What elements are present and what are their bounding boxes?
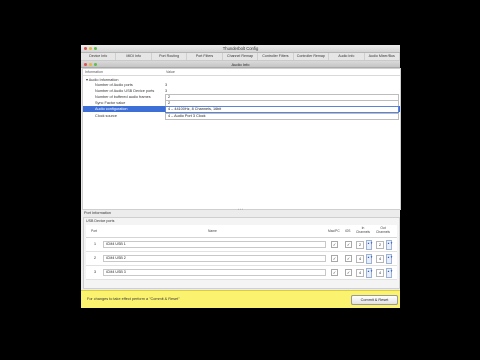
panel-title: Audio Info: [231, 62, 250, 67]
port-name: iCM4 USB 3: [106, 270, 126, 274]
out-channels-stepper[interactable]: 4: [376, 269, 384, 277]
mac-pc-checkbox[interactable]: ✓: [331, 241, 338, 248]
in-channels-arrows[interactable]: ▲▼: [366, 268, 373, 278]
port-name: iCM4 USB 1: [106, 242, 126, 246]
ios-checkbox[interactable]: ✓: [345, 269, 352, 276]
row-label: Clock source: [95, 114, 117, 118]
commit-notice-bar: For changes to take effect perform a "Co…: [81, 290, 400, 308]
out-channels-stepper[interactable]: 4: [376, 255, 384, 263]
in-channels-arrows[interactable]: ▲▼: [366, 254, 373, 264]
mac-pc-checkbox[interactable]: ✓: [331, 255, 338, 262]
row-label: Sync Factor value: [95, 101, 126, 105]
column-header-out-channels: Out Channels: [376, 226, 390, 234]
clock-source-select[interactable]: 4 – Audio Port 3 Clock: [165, 113, 399, 120]
column-header-information[interactable]: Information: [85, 70, 103, 74]
commit-reset-button[interactable]: Commit & Reset: [351, 295, 398, 305]
in-channels-stepper[interactable]: 2: [356, 241, 364, 249]
app-window: Thunderbolt Config Device Info MIDI Info…: [81, 45, 401, 308]
in-channels-stepper[interactable]: 4: [356, 269, 364, 277]
tab-midi-info[interactable]: MIDI Info: [116, 53, 152, 60]
in-channels-arrows[interactable]: ▲▼: [366, 240, 373, 250]
column-header-ios: iOS: [345, 229, 351, 233]
out-channels-arrows[interactable]: ▲▼: [386, 268, 393, 278]
panel-title-bar: Audio Info: [81, 61, 400, 68]
out-channels-arrows[interactable]: ▲▼: [386, 254, 393, 264]
row-value: 3: [165, 89, 168, 93]
port-name-field[interactable]: iCM4 USB 1: [103, 241, 326, 248]
out-channels-stepper[interactable]: 2: [376, 241, 384, 249]
port-information-title: Port Information: [84, 211, 112, 215]
tab-audio-mixer-bus[interactable]: Audio Mixer/Bus: [365, 53, 400, 60]
port-row[interactable]: 3 iCM4 USB 3 ✓ ✓ 4 ▲▼ 4 ▲▼: [86, 266, 397, 280]
audio-configuration-select[interactable]: 4 – 44100Hz, 8 Channels, 16bit: [165, 106, 399, 113]
out-channels-arrows[interactable]: ▲▼: [386, 240, 393, 250]
splitter-handle[interactable]: • • •: [238, 207, 243, 211]
port-number: 3: [94, 270, 96, 274]
field-value: 2: [168, 101, 171, 105]
port-row[interactable]: 2 iCM4 USB 2 ✓ ✓ 4 ▲▼ 4 ▲▼: [86, 252, 397, 266]
ios-checkbox[interactable]: ✓: [345, 255, 352, 262]
ios-checkbox[interactable]: ✓: [345, 241, 352, 248]
tab-port-routing[interactable]: Port Routing: [152, 53, 188, 60]
tab-channel-remap[interactable]: Channel Remap: [223, 53, 259, 60]
audio-info-table: Information Value ▾ Audio Information Nu…: [82, 68, 401, 210]
port-table-header: Port Name Mac/PC iOS In Channels Out Cha…: [86, 225, 397, 238]
port-row[interactable]: 1 iCM4 USB 1 ✓ ✓ 2 ▲▼ 2 ▲▼: [86, 238, 397, 252]
field-value: 4 – Audio Port 3 Clock: [168, 114, 206, 118]
port-number: 2: [94, 256, 96, 260]
port-number: 1: [94, 242, 96, 246]
row-label: Number of buffered audio frames: [95, 95, 151, 99]
field-value: 2: [168, 95, 171, 99]
tab-port-filters[interactable]: Port Filters: [187, 53, 223, 60]
column-header-mac-pc: Mac/PC: [328, 229, 340, 233]
column-header-value[interactable]: Value: [166, 70, 175, 74]
column-header-name: Name: [208, 229, 217, 233]
row-label: Number of Audio USB Device ports: [95, 89, 155, 93]
field-value: 4 – 44100Hz, 8 Channels, 16bit: [168, 107, 222, 111]
commit-notice-text: For changes to take effect perform a "Co…: [87, 297, 180, 301]
usb-device-ports-title: USB Device ports: [86, 219, 115, 223]
title-bar: Thunderbolt Config: [81, 45, 400, 53]
row-label: Number of Audio ports: [95, 83, 133, 87]
tab-audio-info[interactable]: Audio Info: [329, 53, 365, 60]
tab-bar: Device Info MIDI Info Port Routing Port …: [81, 53, 400, 61]
tab-controller-remap[interactable]: Controller Remap: [294, 53, 330, 60]
column-header-port: Port: [91, 229, 98, 233]
window-title: Thunderbolt Config: [222, 46, 259, 51]
column-header-in-channels: In Channels: [356, 226, 370, 234]
row-value: 3: [165, 83, 168, 87]
mac-pc-checkbox[interactable]: ✓: [331, 269, 338, 276]
port-name: iCM4 USB 2: [106, 256, 126, 260]
row-label: Audio configuration: [95, 107, 128, 111]
port-name-field[interactable]: iCM4 USB 3: [103, 269, 326, 276]
table-row[interactable]: Clock source 4 – Audio Port 3 Clock: [83, 113, 400, 120]
usb-device-ports-panel: USB Device ports Port Name Mac/PC iOS In…: [83, 217, 400, 289]
tab-device-info[interactable]: Device Info: [81, 53, 117, 60]
in-channels-stepper[interactable]: 4: [356, 255, 364, 263]
table-row-selected[interactable]: Audio configuration 4 – 44100Hz, 8 Chann…: [83, 106, 400, 113]
port-name-field[interactable]: iCM4 USB 2: [103, 255, 326, 262]
tab-controller-filters[interactable]: Controller Filters: [258, 53, 294, 60]
